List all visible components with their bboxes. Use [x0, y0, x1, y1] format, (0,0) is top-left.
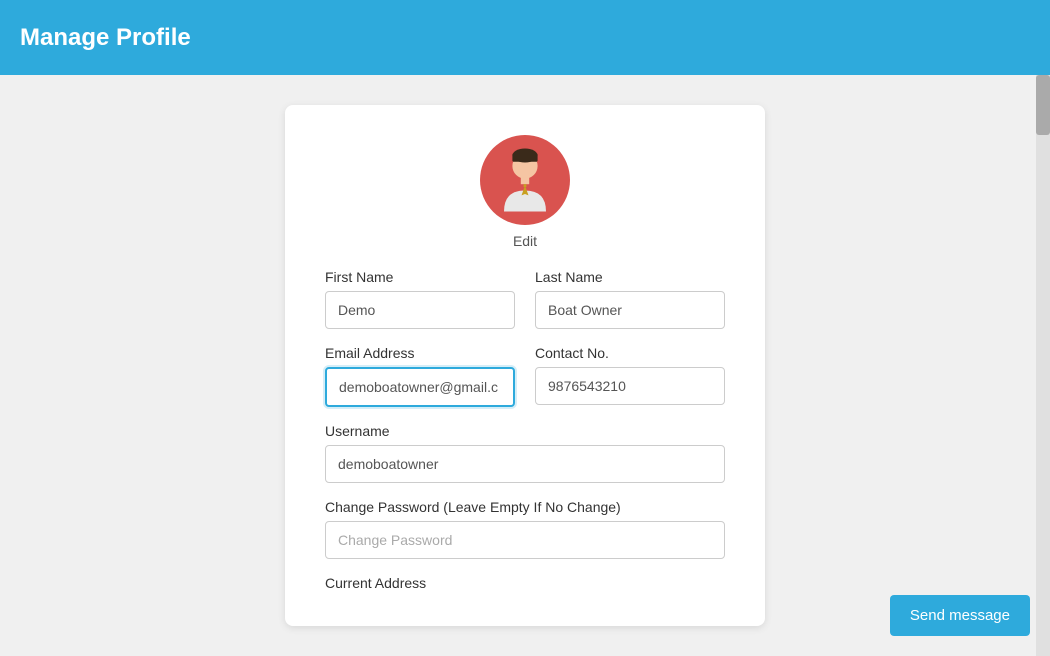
- avatar-person-icon: [490, 145, 560, 215]
- password-group: Change Password (Leave Empty If No Chang…: [325, 499, 725, 559]
- username-row: Username: [325, 423, 725, 483]
- profile-card: Edit First Name Last Name Email Address …: [285, 105, 765, 626]
- scrollbar-thumb[interactable]: [1036, 75, 1050, 135]
- address-group: Current Address: [325, 575, 725, 597]
- edit-label[interactable]: Edit: [513, 233, 537, 249]
- name-row: First Name Last Name: [325, 269, 725, 329]
- email-label: Email Address: [325, 345, 515, 361]
- password-label: Change Password (Leave Empty If No Chang…: [325, 499, 725, 515]
- password-input[interactable]: [325, 521, 725, 559]
- address-label: Current Address: [325, 575, 725, 591]
- last-name-label: Last Name: [535, 269, 725, 285]
- scrollbar-track[interactable]: [1036, 75, 1050, 656]
- main-content: Edit First Name Last Name Email Address …: [0, 75, 1050, 656]
- last-name-group: Last Name: [535, 269, 725, 329]
- email-input[interactable]: [325, 367, 515, 407]
- avatar[interactable]: [480, 135, 570, 225]
- address-row: Current Address: [325, 575, 725, 597]
- contact-group: Contact No.: [535, 345, 725, 407]
- contact-input[interactable]: [535, 367, 725, 405]
- first-name-input[interactable]: [325, 291, 515, 329]
- email-group: Email Address: [325, 345, 515, 407]
- header: Manage Profile: [0, 0, 1050, 75]
- contact-label: Contact No.: [535, 345, 725, 361]
- first-name-group: First Name: [325, 269, 515, 329]
- avatar-section: Edit: [325, 135, 725, 249]
- username-label: Username: [325, 423, 725, 439]
- username-group: Username: [325, 423, 725, 483]
- username-input[interactable]: [325, 445, 725, 483]
- password-row: Change Password (Leave Empty If No Chang…: [325, 499, 725, 559]
- page-title: Manage Profile: [20, 24, 191, 52]
- last-name-input[interactable]: [535, 291, 725, 329]
- send-message-button[interactable]: Send message: [890, 595, 1030, 636]
- first-name-label: First Name: [325, 269, 515, 285]
- email-contact-row: Email Address Contact No.: [325, 345, 725, 407]
